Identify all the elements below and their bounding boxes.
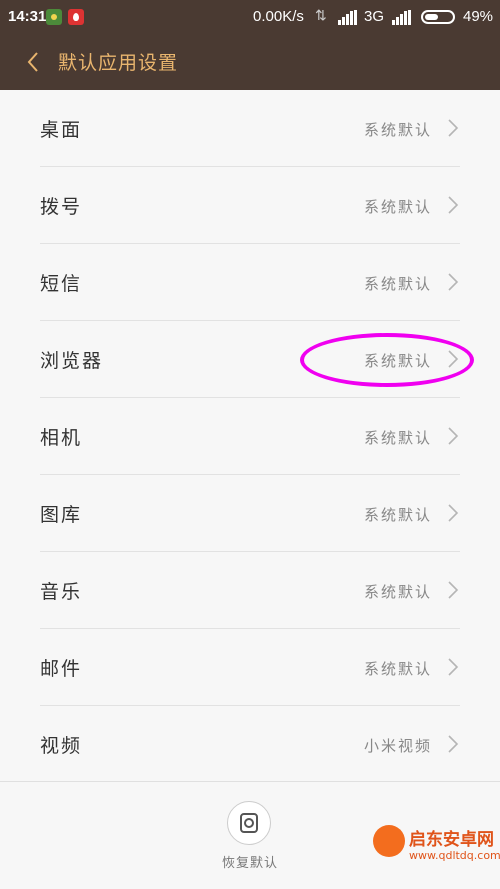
data-transfer-icon: ⇅ xyxy=(315,7,327,23)
battery-percent: 49% xyxy=(463,8,494,25)
chevron-right-icon xyxy=(446,427,460,445)
list-item[interactable]: 图库 系统默认 xyxy=(40,475,460,552)
battery-fill xyxy=(425,14,438,20)
default-apps-list: 桌面 系统默认 拨号 系统默认 短信 系统默认 浏览器 系统默认 相机 系统默认 图库 系统默认 音乐系… xyxy=(0,90,500,783)
list-item-value: 系统默认 xyxy=(363,583,432,601)
list-item-value: 小米视频 xyxy=(363,737,432,755)
signal-icon xyxy=(338,10,358,25)
list-item[interactable]: 音乐 系统默认 xyxy=(40,552,460,629)
page-title: 默认应用设置 xyxy=(58,52,179,74)
watermark: 启东安卓网 www.qdltdq.com xyxy=(373,823,500,887)
chevron-right-icon xyxy=(446,273,460,291)
chevron-left-icon[interactable] xyxy=(22,50,46,74)
list-item-label: 短信 xyxy=(40,273,83,295)
chevron-right-icon xyxy=(446,196,460,214)
list-item-label: 图库 xyxy=(40,504,83,526)
list-item-label: 相机 xyxy=(40,427,83,449)
list-item-value: 系统默认 xyxy=(363,275,432,293)
list-item-label: 桌面 xyxy=(40,119,83,141)
list-item[interactable]: 邮件 系统默认 xyxy=(40,629,460,706)
green-app-icon xyxy=(46,9,62,25)
watermark-name: 启东安卓网 xyxy=(409,830,494,850)
restore-default-button[interactable] xyxy=(227,801,271,845)
list-item[interactable]: 相机 系统默认 xyxy=(40,398,460,475)
restore-icon xyxy=(240,813,258,833)
chevron-right-icon xyxy=(446,581,460,599)
battery-icon xyxy=(421,10,455,24)
list-item[interactable]: 拨号 系统默认 xyxy=(40,167,460,244)
watermark-logo-icon xyxy=(373,825,405,857)
list-item-value: 系统默认 xyxy=(363,121,432,139)
list-item[interactable]: 桌面 系统默认 xyxy=(40,90,460,167)
status-bar: 14:31 0.00K/s ⇅ 3G 49% xyxy=(0,0,500,34)
list-item-value: 系统默认 xyxy=(363,506,432,524)
list-item-label: 视频 xyxy=(40,735,83,757)
list-item[interactable]: 短信 系统默认 xyxy=(40,244,460,321)
title-bar: 默认应用设置 xyxy=(0,34,500,90)
list-item-value: 系统默认 xyxy=(363,198,432,216)
red-droplet-icon xyxy=(68,9,84,25)
chevron-right-icon xyxy=(446,119,460,137)
signal-icon-2 xyxy=(392,10,412,25)
list-item-label: 邮件 xyxy=(40,658,83,680)
list-item-label: 拨号 xyxy=(40,196,83,218)
status-time: 14:31 xyxy=(8,8,47,25)
watermark-url: www.qdltdq.com xyxy=(409,849,500,862)
network-type: 3G xyxy=(364,8,385,25)
list-item[interactable]: 视频 小米视频 xyxy=(40,706,460,783)
chevron-right-icon xyxy=(446,658,460,676)
bottom-bar: 恢复默认 启东安卓网 www.qdltdq.com xyxy=(0,781,500,889)
chevron-right-icon xyxy=(446,735,460,753)
list-item-label: 浏览器 xyxy=(40,350,104,372)
list-item-label: 音乐 xyxy=(40,581,83,603)
list-item-value: 系统默认 xyxy=(363,660,432,678)
highlight-circle xyxy=(300,333,474,387)
network-speed: 0.00K/s xyxy=(253,8,304,25)
chevron-right-icon xyxy=(446,504,460,522)
list-item-value: 系统默认 xyxy=(363,429,432,447)
